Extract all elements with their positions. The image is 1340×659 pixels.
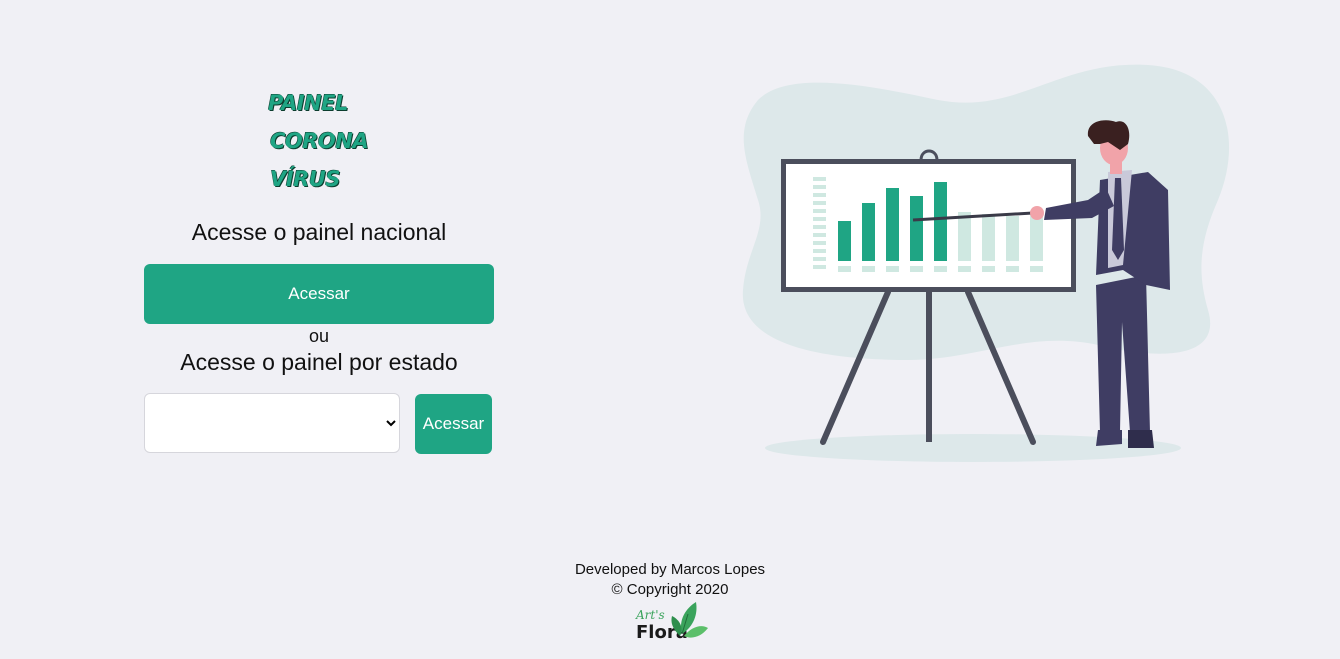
state-panel-heading: Acesse o painel por estado [180, 349, 458, 375]
app-logo: PAINEL CORONA VÍRUS [266, 84, 406, 198]
arts-flora-logo: Art's Flora [630, 600, 710, 650]
national-access-button[interactable]: Acessar [144, 264, 494, 324]
state-access-button[interactable]: Acessar [415, 394, 492, 454]
logo-line-2: CORONA [270, 129, 369, 153]
login-page: PAINEL CORONA VÍRUS Acesse o painel naci… [0, 0, 1340, 659]
copyright-text: © Copyright 2020 [611, 581, 729, 598]
logo-line-3: VÍRUS [270, 167, 340, 191]
presentation-chart-illustration [742, 64, 1230, 462]
national-panel-heading: Acesse o painel nacional [191, 219, 447, 245]
or-separator: ou [308, 326, 330, 346]
developer-credit: Developed by Marcos Lopes [574, 561, 766, 578]
logo-line-1: PAINEL [268, 91, 348, 115]
leaf-icon [671, 602, 708, 638]
state-select[interactable] [144, 393, 400, 453]
footer: Developed by Marcos Lopes © Copyright 20… [470, 560, 870, 600]
